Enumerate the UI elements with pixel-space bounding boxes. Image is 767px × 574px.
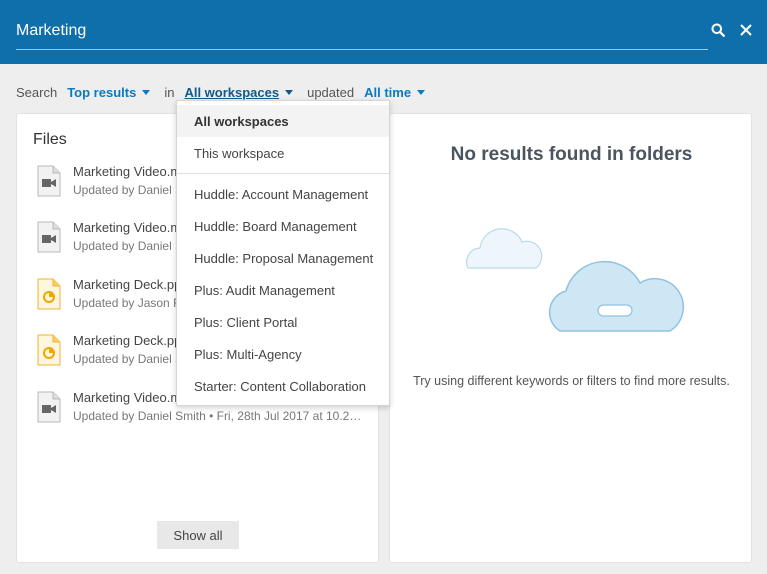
search-input[interactable]: [16, 18, 708, 50]
no-results-heading: No results found in folders: [450, 144, 693, 165]
workspace-filter-value: All workspaces: [184, 84, 280, 100]
dropdown-option-all-workspaces[interactable]: All workspaces: [177, 105, 389, 137]
in-label: in: [164, 84, 175, 100]
search-label: Search: [16, 84, 58, 100]
search-icon[interactable]: [708, 20, 728, 40]
chevron-down-icon: [417, 89, 426, 95]
dropdown-option-plus-multi-agency[interactable]: Plus: Multi-Agency: [177, 338, 389, 370]
chevron-down-icon: [142, 89, 151, 95]
workspace-dropdown-menu: All workspaces This workspace Huddle: Ac…: [176, 100, 390, 406]
dropdown-divider: [177, 173, 389, 174]
search-header: [0, 0, 767, 64]
dropdown-option-this-workspace[interactable]: This workspace: [177, 137, 389, 169]
dropdown-option-plus-client-portal[interactable]: Plus: Client Portal: [177, 306, 389, 338]
no-results-hint: Try using different keywords or filters …: [413, 374, 730, 388]
dropdown-option-starter-content-collaboration[interactable]: Starter: Content Collaboration: [177, 370, 389, 402]
presentation-file-icon: [37, 334, 61, 366]
results-filter-dropdown[interactable]: Top results: [67, 84, 151, 100]
file-meta: Updated by Daniel Smith • Fri, 28th Jul …: [73, 409, 362, 423]
dropdown-option-huddle-board-management[interactable]: Huddle: Board Management: [177, 210, 389, 242]
dropdown-option-huddle-account-management[interactable]: Huddle: Account Management: [177, 178, 389, 210]
search-filters: Search Top results in All workspaces upd…: [16, 82, 426, 102]
clouds-illustration: [466, 228, 685, 332]
close-icon[interactable]: [736, 20, 756, 40]
dropdown-option-huddle-proposal-management[interactable]: Huddle: Proposal Management: [177, 242, 389, 274]
results-filter-value: Top results: [67, 84, 137, 100]
time-filter-value: All time: [364, 84, 412, 100]
time-filter-dropdown[interactable]: All time: [364, 84, 426, 100]
show-all-button[interactable]: Show all: [157, 521, 239, 549]
folders-panel: No results found in folders Try using di…: [389, 113, 752, 563]
video-file-icon: [37, 165, 61, 197]
video-file-icon: [37, 391, 61, 423]
chevron-down-icon: [285, 89, 294, 95]
workspace-filter-dropdown[interactable]: All workspaces: [184, 84, 294, 100]
updated-label: updated: [307, 84, 355, 100]
files-title: Files: [33, 131, 67, 148]
video-file-icon: [37, 221, 61, 253]
presentation-file-icon: [37, 278, 61, 310]
dropdown-option-plus-audit-management[interactable]: Plus: Audit Management: [177, 274, 389, 306]
